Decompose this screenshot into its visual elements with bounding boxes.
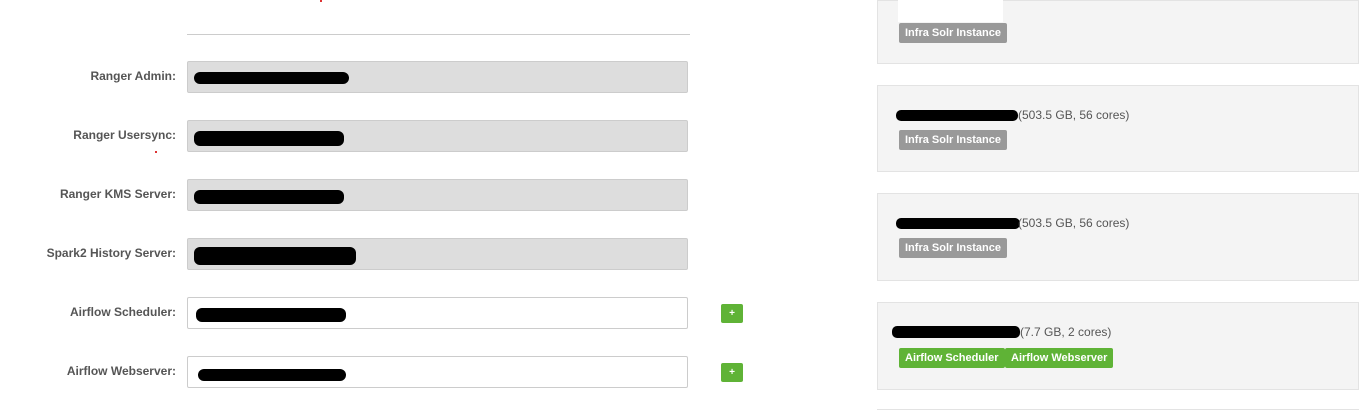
redaction-mark [194,131,344,146]
redaction-mark [194,72,349,84]
spark2-history-label: Spark2 History Server: [46,246,176,260]
component-badge-airflow-scheduler: Airflow Scheduler [899,348,1005,368]
host-resources: (503.5 GB, 56 cores) [1018,108,1130,122]
add-airflow-scheduler-button[interactable]: + [721,304,743,323]
next-card-edge [877,409,1359,410]
ranger-admin-select[interactable] [187,61,688,93]
component-badge-infra-solr: Infra Solr Instance [899,238,1007,258]
redaction-mark [892,326,1020,338]
add-airflow-webserver-button[interactable]: + [721,363,743,382]
host-resources: (7.7 GB, 2 cores) [1020,325,1112,339]
airflow-webserver-label: Airflow Webserver: [66,364,176,378]
airflow-scheduler-select[interactable] [187,297,688,329]
component-badge-infra-solr: Infra Solr Instance [899,23,1007,43]
component-badge-airflow-webserver: Airflow Webserver [1005,348,1114,368]
redaction-mark [198,369,346,381]
redaction-mark [194,247,356,265]
redaction-mark [194,190,344,204]
decorative-dot [320,0,322,2]
host-card: (503.5 GB, 56 cores) Infra Solr Instance [877,193,1359,281]
redaction-mark [196,308,346,322]
ranger-kms-select[interactable] [187,179,688,211]
redaction-mark [896,218,1020,229]
host-card: (503.5 GB, 56 cores) Infra Solr Instance [877,85,1359,172]
ranger-usersync-select[interactable] [187,120,688,152]
ranger-usersync-label: Ranger Usersync: [73,128,176,142]
host-resources: (503.5 GB, 56 cores) [1018,216,1130,230]
decorative-dot [155,151,157,153]
spark2-history-select[interactable] [187,238,688,270]
component-badge-infra-solr: Infra Solr Instance [899,130,1007,150]
host-card: (7.7 GB, 2 cores) Airflow Scheduler Airf… [877,302,1359,390]
airflow-webserver-select[interactable] [187,356,688,388]
ranger-kms-label: Ranger KMS Server: [59,187,176,201]
section-divider [187,34,690,35]
ranger-admin-label: Ranger Admin: [90,69,176,83]
redaction-mark [896,110,1018,121]
scroll-clip [898,0,1003,22]
airflow-scheduler-label: Airflow Scheduler: [69,305,176,319]
